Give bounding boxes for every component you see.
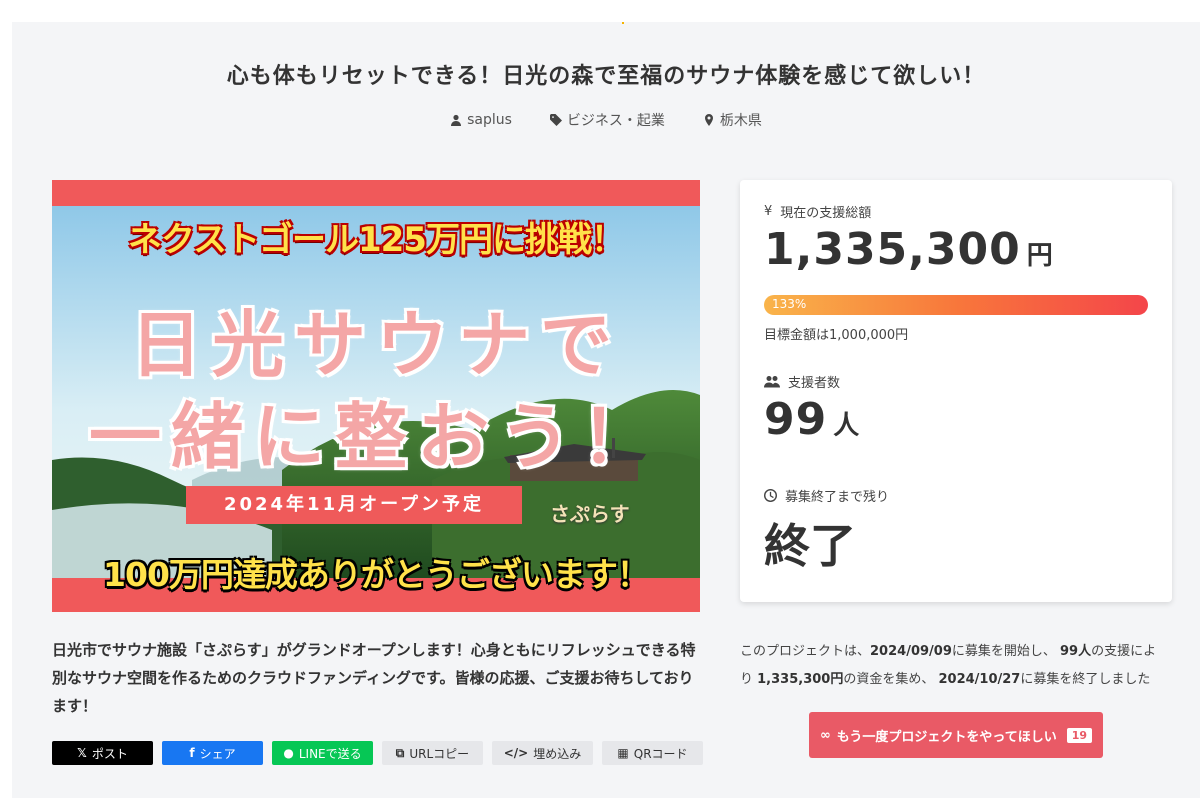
line-share-label: LINEで送る: [298, 746, 362, 761]
url-copy-label: URLコピー: [409, 746, 470, 761]
request-again-button[interactable]: ∞ もう一度プロジェクトをやってほしい 19: [809, 712, 1103, 758]
location-link[interactable]: 栃木県: [703, 110, 762, 130]
project-summary: このプロジェクトは、2024/09/09に募集を開始し、 99人の支援により 1…: [740, 638, 1160, 694]
project-description: 日光市でサウナ施設「さぷらす」がグランドオープンします！心身ともにリフレッシュで…: [52, 641, 696, 715]
project-title: 心も体もリセットできる！日光の森で至福のサウナ体験を感じて欲しい！: [226, 64, 986, 89]
funding-stats-card: ¥ 現在の支援総額 1,335,300 円 133% 目標金額は1,000,000…: [740, 180, 1172, 602]
amount-number: 1,335,300: [764, 224, 1021, 275]
hero-opening-banner: 2024年11月オープン予定: [186, 486, 522, 524]
author-link[interactable]: saplus: [450, 110, 512, 130]
remaining-label: 募集終了まで残り: [764, 486, 889, 505]
backers-number: 99: [764, 394, 828, 445]
url-copy-button[interactable]: ⧉ URLコピー: [382, 741, 483, 765]
summary-text: このプロジェクトは、: [740, 644, 871, 659]
x-post-button[interactable]: 𝕏 ポスト: [52, 741, 153, 765]
users-icon: [764, 376, 780, 388]
category-name: ビジネス・起業: [566, 113, 665, 129]
clock-icon: [764, 489, 777, 502]
map-pin-icon: [704, 114, 713, 126]
yen-icon: ¥: [764, 204, 773, 219]
hero-thanks-text: 100万円達成ありがとうございます！: [103, 555, 650, 594]
project-page: 心も体もリセットできる！日光の森で至福のサウナ体験を感じて欲しい！ saplus…: [12, 22, 1200, 798]
backers-value: 99 人: [764, 394, 859, 445]
remaining-label-text: 募集終了まで残り: [785, 490, 890, 505]
amount-unit: 円: [1026, 241, 1053, 271]
backers-label-text: 支援者数: [788, 376, 841, 391]
code-icon: </>: [503, 746, 529, 760]
summary-end-date: 2024/10/27: [938, 672, 1021, 687]
summary-backers: 99人: [1060, 644, 1092, 659]
hero-big-line-1: 日光サウナで: [129, 303, 622, 387]
summary-start-date: 2024/09/09: [870, 644, 952, 659]
author-name: saplus: [467, 112, 512, 128]
facebook-icon: f: [189, 746, 195, 760]
qr-code-label: QRコード: [633, 746, 688, 761]
infinity-icon: ∞: [819, 727, 831, 743]
summary-amount: 1,335,300円: [757, 672, 844, 687]
goal-amount: 目標金額は1,000,000円: [764, 328, 909, 343]
x-post-label: ポスト: [91, 746, 128, 761]
embed-button[interactable]: </> 埋め込み: [492, 741, 593, 765]
summary-text: に募集を開始し、: [951, 644, 1061, 659]
qr-code-icon: ▦: [617, 746, 629, 760]
backers-unit: 人: [833, 411, 860, 441]
remaining-value: 終了: [764, 519, 856, 573]
facebook-share-button[interactable]: f シェア: [162, 741, 263, 765]
amount-label: ¥ 現在の支援総額: [764, 202, 871, 221]
top-accent: [622, 22, 624, 24]
summary-text: に募集を終了しました: [1020, 672, 1151, 687]
qr-code-button[interactable]: ▦ QRコード: [602, 741, 703, 765]
project-meta: saplus ビジネス・起業 栃木県: [12, 110, 1200, 130]
summary-text: の資金を集め、: [843, 672, 939, 687]
amount-value: 1,335,300 円: [764, 224, 1053, 275]
amount-label-text: 現在の支援総額: [780, 206, 872, 221]
user-icon: [451, 114, 462, 126]
share-buttons: 𝕏 ポスト f シェア ● LINEで送る ⧉ URLコピー </> 埋め込み …: [52, 741, 703, 765]
copy-icon: ⧉: [395, 745, 405, 760]
hero-headline: ネクストゴール125万円に挑戦！: [128, 220, 625, 260]
location-name: 栃木県: [719, 113, 762, 129]
backers-label: 支援者数: [764, 372, 840, 391]
facility-logo: さぷらす: [550, 502, 630, 526]
line-icon: ●: [283, 746, 294, 760]
x-icon: 𝕏: [77, 746, 87, 760]
hero-big-line-2: 一緒に整おう！: [88, 395, 663, 479]
tag-icon: [549, 114, 562, 126]
progress-bar: 133%: [764, 295, 1148, 315]
embed-label: 埋め込み: [533, 746, 582, 761]
line-share-button[interactable]: ● LINEで送る: [272, 741, 373, 765]
request-again-count: 19: [1066, 727, 1093, 743]
category-link[interactable]: ビジネス・起業: [549, 110, 665, 130]
facebook-share-label: シェア: [199, 746, 236, 761]
progress-percent: 133%: [772, 297, 807, 311]
request-again-label: もう一度プロジェクトをやってほしい: [836, 729, 1057, 745]
hero-image: ネクストゴール125万円に挑戦！ 日光サウナで 一緒に整おう！ 2024年11月…: [52, 180, 700, 612]
